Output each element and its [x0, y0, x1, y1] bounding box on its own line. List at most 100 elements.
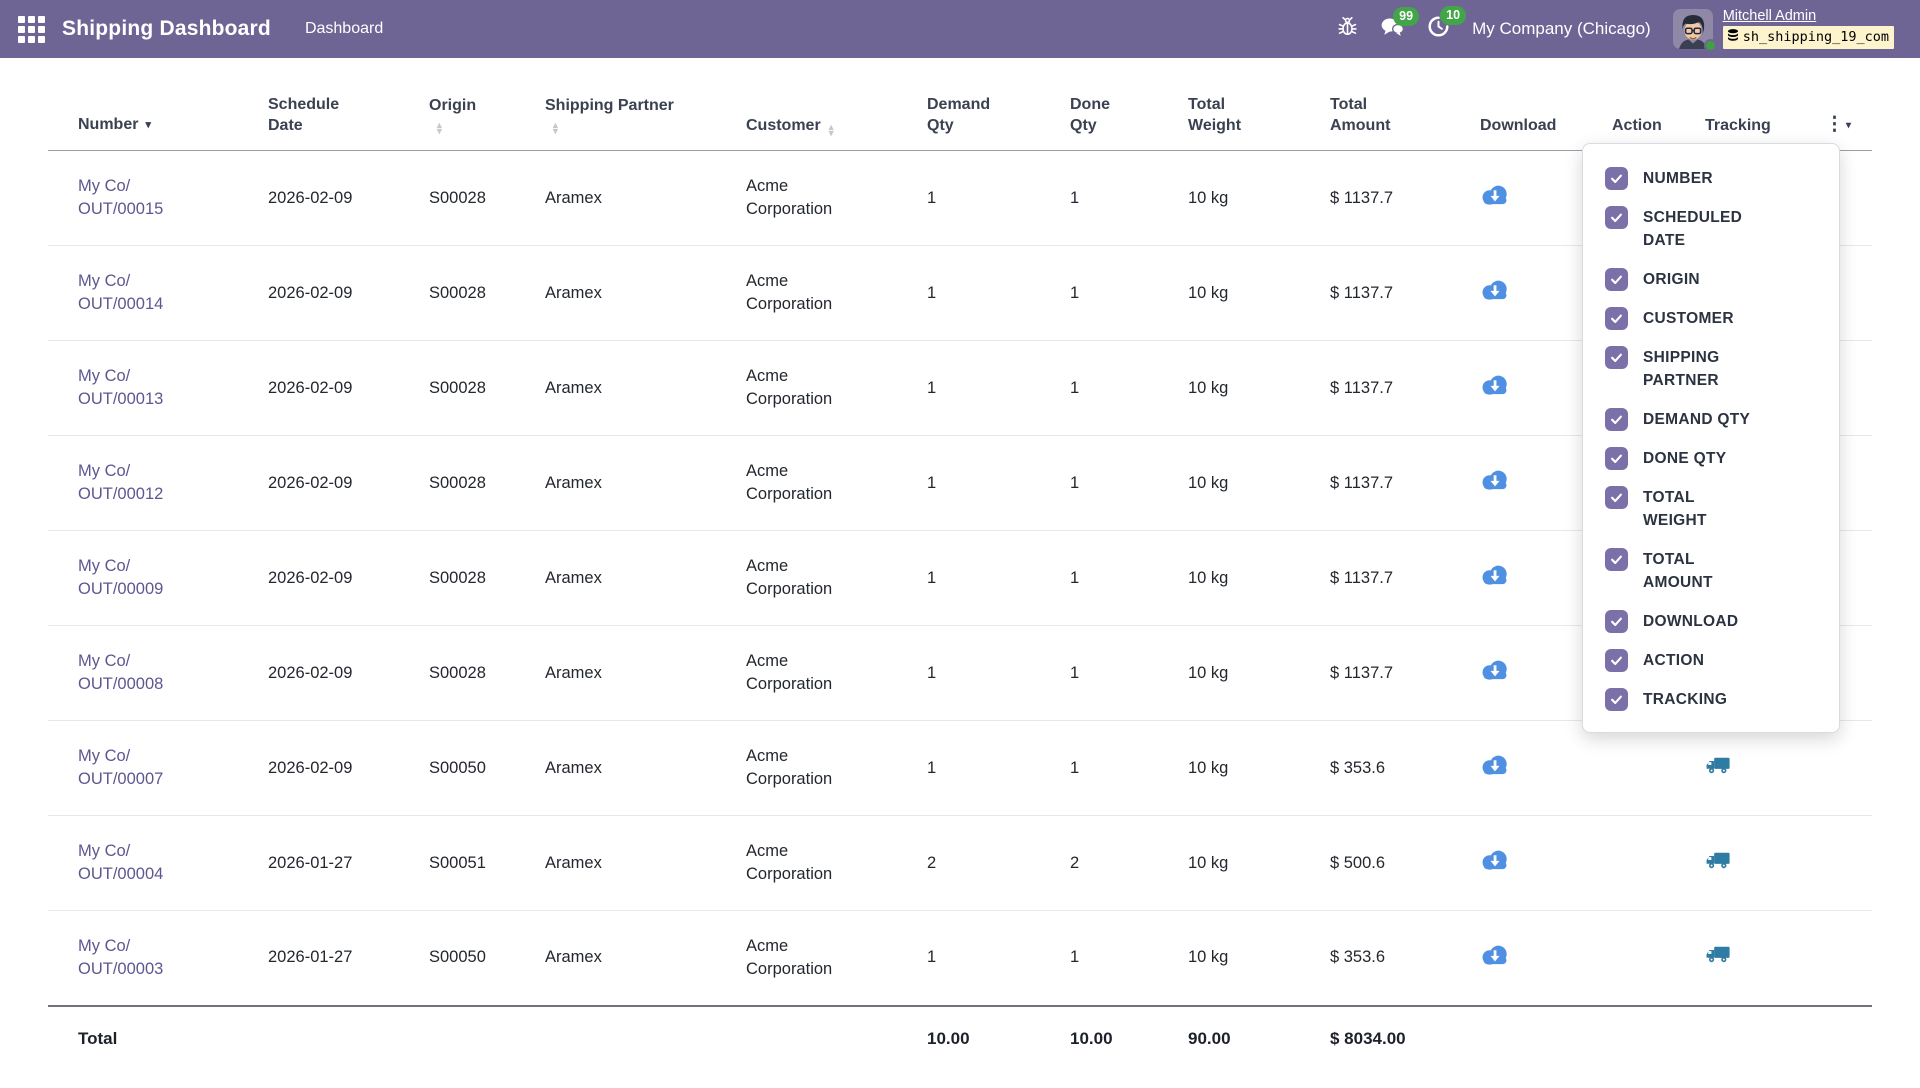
- total-amount-cell: $ 1137.7: [1300, 626, 1450, 721]
- total-amount: $ 8034.00: [1300, 1006, 1450, 1072]
- shipment-number-link[interactable]: My Co/ OUT/00012: [78, 462, 163, 503]
- database-icon: [1727, 29, 1739, 46]
- column-toggle-item[interactable]: NUMBER: [1583, 159, 1839, 198]
- checkbox-checked-icon[interactable]: [1605, 307, 1628, 330]
- truck-icon[interactable]: [1705, 944, 1732, 971]
- total-weight-cell: 10 kg: [1158, 436, 1300, 531]
- download-button[interactable]: [1480, 753, 1510, 783]
- column-toggle-item[interactable]: TOTAL AMOUNT: [1583, 540, 1839, 602]
- total-weight-cell: 10 kg: [1158, 721, 1300, 816]
- download-button[interactable]: [1480, 848, 1510, 878]
- bug-icon: [1337, 16, 1358, 42]
- truck-icon[interactable]: [1705, 755, 1732, 782]
- messages-button[interactable]: 99: [1380, 16, 1405, 43]
- user-avatar: [1673, 9, 1713, 49]
- debug-button[interactable]: [1337, 16, 1358, 42]
- checkbox-checked-icon[interactable]: [1605, 548, 1628, 571]
- checkbox-checked-icon[interactable]: [1605, 346, 1628, 369]
- shipment-number-link[interactable]: My Co/ OUT/00009: [78, 557, 163, 598]
- column-toggle-item[interactable]: TOTAL WEIGHT: [1583, 478, 1839, 540]
- topbar: Shipping Dashboard Dashboard: [0, 0, 1920, 58]
- column-toggle-item[interactable]: ORIGIN: [1583, 260, 1839, 299]
- done-qty-cell: 1: [1040, 721, 1158, 816]
- shipment-number-link[interactable]: My Co/ OUT/00003: [78, 937, 163, 978]
- table-header-row: Number▾ Schedule Date Origin ▴▾ Shipping…: [48, 58, 1872, 151]
- sort-both-icon: ▴▾: [437, 123, 507, 134]
- total-amount-cell: $ 1137.7: [1300, 246, 1450, 341]
- demand-qty-cell: 1: [897, 341, 1040, 436]
- shipping-partner-cell: Aramex: [515, 531, 716, 626]
- truck-icon[interactable]: [1705, 850, 1732, 877]
- schedule-date-cell: 2026-02-09: [238, 436, 399, 531]
- column-toggle-item[interactable]: CUSTOMER: [1583, 299, 1839, 338]
- database-badge: sh_shipping_19_com: [1723, 26, 1894, 49]
- shipment-number-link[interactable]: My Co/ OUT/00008: [78, 652, 163, 693]
- shipment-number-link[interactable]: My Co/ OUT/00013: [78, 367, 163, 408]
- customer-cell: Acme Corporation: [716, 721, 897, 816]
- download-button[interactable]: [1480, 658, 1510, 688]
- column-toggle-label: DONE QTY: [1643, 447, 1726, 470]
- company-switcher[interactable]: My Company (Chicago): [1472, 19, 1651, 39]
- customer-cell: Acme Corporation: [716, 246, 897, 341]
- total-weight-cell: 10 kg: [1158, 341, 1300, 436]
- column-toggle-item[interactable]: SCHEDULED DATE: [1583, 198, 1839, 260]
- shipping-partner-cell: Aramex: [515, 626, 716, 721]
- header-customer[interactable]: Customer▴▾: [716, 58, 897, 151]
- done-qty-cell: 1: [1040, 151, 1158, 246]
- shipment-number-link[interactable]: My Co/ OUT/00015: [78, 177, 163, 218]
- menu-dashboard[interactable]: Dashboard: [301, 14, 387, 44]
- sort-both-icon: ▴▾: [829, 125, 834, 136]
- checkbox-checked-icon[interactable]: [1605, 447, 1628, 470]
- activities-button[interactable]: 10: [1427, 15, 1450, 43]
- checkbox-checked-icon[interactable]: [1605, 408, 1628, 431]
- shipping-partner-cell: Aramex: [515, 911, 716, 1006]
- column-toggle-item[interactable]: DEMAND QTY: [1583, 400, 1839, 439]
- user-menu[interactable]: Mitchell Admin sh_shipping_19_com: [1673, 9, 1894, 49]
- header-shipping-partner[interactable]: Shipping Partner ▴▾: [515, 58, 716, 151]
- user-name[interactable]: Mitchell Admin: [1723, 9, 1816, 24]
- column-toggle-item[interactable]: DONE QTY: [1583, 439, 1839, 478]
- shipment-number-link[interactable]: My Co/ OUT/00007: [78, 747, 163, 788]
- column-toggle-item[interactable]: SHIPPING PARTNER: [1583, 338, 1839, 400]
- download-button[interactable]: [1480, 278, 1510, 308]
- done-qty-cell: 1: [1040, 531, 1158, 626]
- download-button[interactable]: [1480, 468, 1510, 498]
- checkbox-checked-icon[interactable]: [1605, 206, 1628, 229]
- header-action: Action: [1582, 58, 1675, 151]
- header-origin[interactable]: Origin ▴▾: [399, 58, 515, 151]
- column-toggle-label: CUSTOMER: [1643, 307, 1734, 330]
- header-demand-qty: Demand Qty: [897, 58, 1040, 151]
- apps-menu-button[interactable]: [0, 0, 62, 58]
- messages-badge: 99: [1393, 7, 1419, 26]
- shipping-partner-cell: Aramex: [515, 816, 716, 911]
- download-button[interactable]: [1480, 563, 1510, 593]
- download-button[interactable]: [1480, 183, 1510, 213]
- column-toggle-item[interactable]: TRACKING: [1583, 680, 1839, 719]
- shipment-number-link[interactable]: My Co/ OUT/00014: [78, 272, 163, 313]
- customer-cell: Acme Corporation: [716, 436, 897, 531]
- origin-cell: S00050: [399, 721, 515, 816]
- checkbox-checked-icon[interactable]: [1605, 167, 1628, 190]
- total-amount-cell: $ 353.6: [1300, 911, 1450, 1006]
- column-toggle-label: DOWNLOAD: [1643, 610, 1738, 633]
- download-button[interactable]: [1480, 943, 1510, 973]
- shipment-number-link[interactable]: My Co/ OUT/00004: [78, 842, 163, 883]
- column-toggle-label: ACTION: [1643, 649, 1704, 672]
- checkbox-checked-icon[interactable]: [1605, 610, 1628, 633]
- checkbox-checked-icon[interactable]: [1605, 688, 1628, 711]
- total-weight-cell: 10 kg: [1158, 816, 1300, 911]
- column-toggle-label: TRACKING: [1643, 688, 1727, 711]
- checkbox-checked-icon[interactable]: [1605, 649, 1628, 672]
- total-weight-cell: 10 kg: [1158, 626, 1300, 721]
- demand-qty-cell: 1: [897, 151, 1040, 246]
- column-toggle-item[interactable]: DOWNLOAD: [1583, 602, 1839, 641]
- header-number[interactable]: Number▾: [48, 58, 238, 151]
- checkbox-checked-icon[interactable]: [1605, 486, 1628, 509]
- column-options-toggle[interactable]: ⋮▾: [1825, 118, 1851, 132]
- customer-cell: Acme Corporation: [716, 151, 897, 246]
- download-button[interactable]: [1480, 373, 1510, 403]
- total-weight-cell: 10 kg: [1158, 151, 1300, 246]
- customer-cell: Acme Corporation: [716, 341, 897, 436]
- checkbox-checked-icon[interactable]: [1605, 268, 1628, 291]
- column-toggle-item[interactable]: ACTION: [1583, 641, 1839, 680]
